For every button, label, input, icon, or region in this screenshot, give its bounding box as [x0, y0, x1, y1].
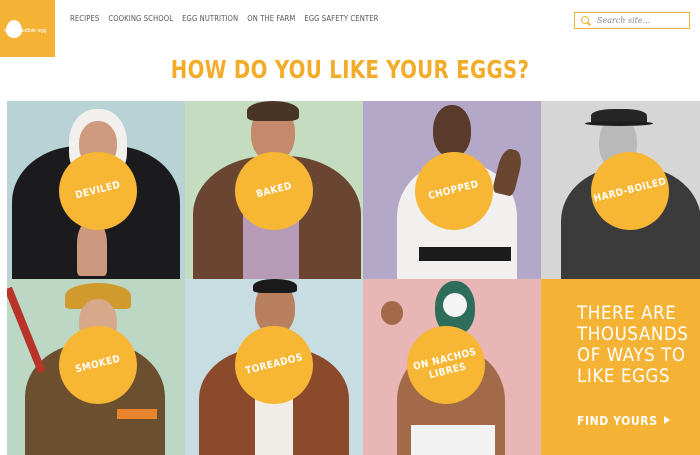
- tile-baked[interactable]: BAKED: [185, 101, 363, 279]
- tile-badge[interactable]: SMOKED: [59, 326, 137, 404]
- tile-badge[interactable]: DEVILED: [59, 152, 137, 230]
- egg-style-grid: DEVILED BAKED CHOPPED HARD-BOILED SMOKED…: [7, 101, 700, 455]
- tile-badge[interactable]: CHOPPED: [415, 152, 493, 230]
- cta-panel[interactable]: THERE ARE THOUSANDS OF WAYS TO LIKE EGGS…: [541, 279, 700, 455]
- tile-on-nachos-libres[interactable]: ON NACHOS LIBRES: [363, 279, 541, 455]
- badge-label: HARD-BOILED: [592, 176, 668, 206]
- tile-deviled[interactable]: DEVILED: [7, 101, 185, 279]
- nav-item-recipes[interactable]: RECIPES: [70, 14, 99, 23]
- search-box: [574, 12, 690, 29]
- tile-toreados[interactable]: TOREADOS: [185, 279, 363, 455]
- tile-hard-boiled[interactable]: HARD-BOILED: [541, 101, 700, 279]
- tile-badge[interactable]: BAKED: [235, 152, 313, 230]
- nav-item-egg-nutrition[interactable]: EGG NUTRITION: [182, 14, 238, 23]
- badge-label: CHOPPED: [427, 179, 481, 203]
- nav-item-egg-safety-center[interactable]: EGG SAFETY CENTER: [304, 14, 378, 23]
- site-header: the incredible egg RECIPES COOKING SCHOO…: [0, 0, 700, 57]
- tile-chopped[interactable]: CHOPPED: [363, 101, 541, 279]
- logo-text: the incredible egg: [4, 28, 47, 34]
- site-logo[interactable]: the incredible egg: [0, 0, 55, 57]
- badge-label: TOREADOS: [244, 352, 304, 378]
- page-title: HOW DO YOU LIKE YOUR EGGS?: [170, 55, 530, 84]
- cta-headline: THERE ARE THOUSANDS OF WAYS TO LIKE EGGS: [577, 303, 689, 387]
- find-yours-label: FIND YOURS: [577, 414, 658, 428]
- badge-label: SMOKED: [74, 353, 122, 376]
- nav-item-on-the-farm[interactable]: ON THE FARM: [247, 14, 295, 23]
- badge-label: ON NACHOS LIBRES: [411, 346, 478, 381]
- tile-smoked[interactable]: SMOKED: [7, 279, 185, 455]
- tile-badge[interactable]: ON NACHOS LIBRES: [407, 326, 485, 404]
- search-input[interactable]: [597, 16, 689, 25]
- nav-item-cooking-school[interactable]: COOKING SCHOOL: [108, 14, 173, 23]
- search-icon[interactable]: [581, 15, 589, 26]
- find-yours-link[interactable]: FIND YOURS: [577, 414, 670, 428]
- badge-label: DEVILED: [74, 179, 122, 202]
- badge-label: BAKED: [254, 181, 293, 201]
- tile-badge[interactable]: TOREADOS: [235, 326, 313, 404]
- play-arrow-icon: [663, 416, 670, 424]
- main-nav: RECIPES COOKING SCHOOL EGG NUTRITION ON …: [70, 14, 378, 23]
- tile-badge[interactable]: HARD-BOILED: [591, 152, 669, 230]
